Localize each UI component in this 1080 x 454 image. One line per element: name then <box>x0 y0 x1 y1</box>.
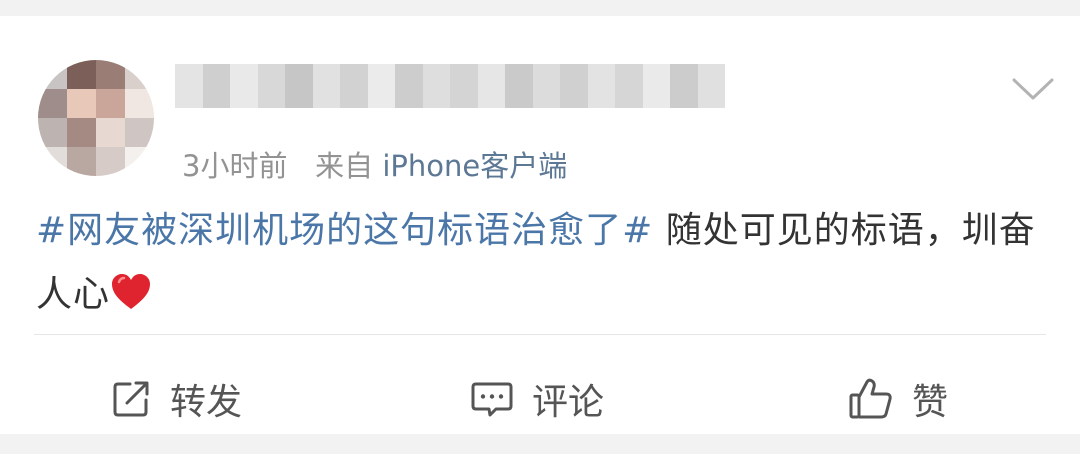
comment-icon <box>471 382 513 417</box>
repost-icon <box>113 381 149 417</box>
repost-label: 转发 <box>170 382 243 423</box>
weibo-post-card: 3小时前 来自 iPhone客户端 #网友被深圳机场的这句标语治愈了# 随处可见… <box>0 16 1080 434</box>
chevron-down-icon[interactable] <box>1010 74 1056 104</box>
username-blurred[interactable] <box>175 64 725 108</box>
thumbs-up-icon <box>849 378 892 419</box>
post-meta: 3小时前 来自 iPhone客户端 <box>182 146 567 186</box>
post-content: #网友被深圳机场的这句标语治愈了# 随处可见的标语，圳奋人心 <box>36 199 1046 327</box>
like-button[interactable]: 赞 <box>848 362 948 436</box>
heart-emoji-icon <box>112 274 151 309</box>
repost-button[interactable]: 转发 <box>110 362 242 436</box>
divider <box>34 334 1046 335</box>
post-time: 3小时前 <box>182 149 288 183</box>
like-label: 赞 <box>912 382 949 423</box>
from-label: 来自 <box>315 149 374 183</box>
comment-button[interactable]: 评论 <box>470 362 604 436</box>
avatar[interactable] <box>38 60 154 176</box>
topic-link[interactable]: #网友被深圳机场的这句标语治愈了# <box>36 210 653 251</box>
comment-label: 评论 <box>532 382 605 423</box>
post-source[interactable]: iPhone客户端 <box>382 149 567 183</box>
